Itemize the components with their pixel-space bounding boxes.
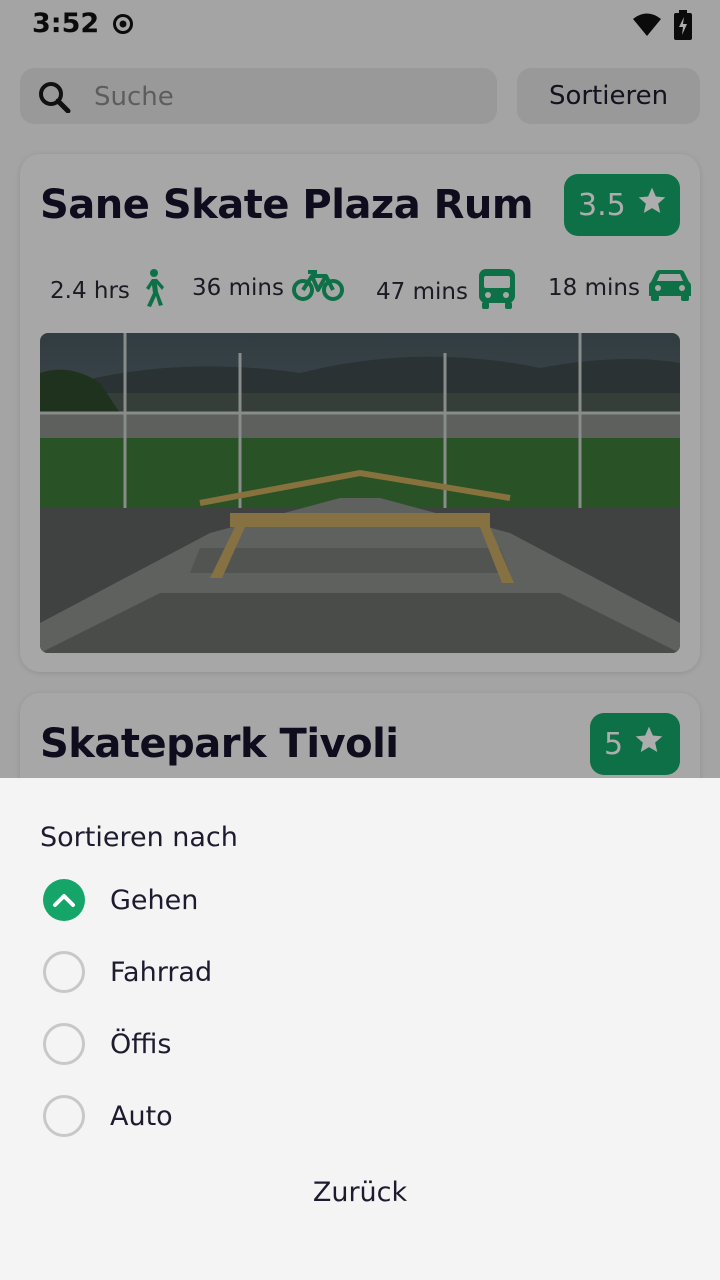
option-label: Auto [110,1100,173,1132]
radio-button[interactable] [43,1023,85,1065]
option-label: Öffis [110,1028,172,1060]
radio-button[interactable] [43,951,85,993]
sort-option-oeffis[interactable]: Öffis [40,1016,680,1072]
sort-bottom-sheet: Sortieren nach Gehen Fahrrad Öffis Auto … [0,778,720,1280]
option-label: Fahrrad [110,956,213,988]
sheet-title: Sortieren nach [40,822,238,853]
sort-option-fahrrad[interactable]: Fahrrad [40,944,680,1000]
radio-button[interactable] [43,1095,85,1137]
modal-scrim[interactable] [0,0,720,778]
back-button[interactable]: Zurück [260,1170,460,1214]
radio-selected-icon[interactable] [43,879,85,921]
sort-option-gehen[interactable]: Gehen [40,872,680,928]
option-label: Gehen [110,884,199,916]
sort-option-auto[interactable]: Auto [40,1088,680,1144]
